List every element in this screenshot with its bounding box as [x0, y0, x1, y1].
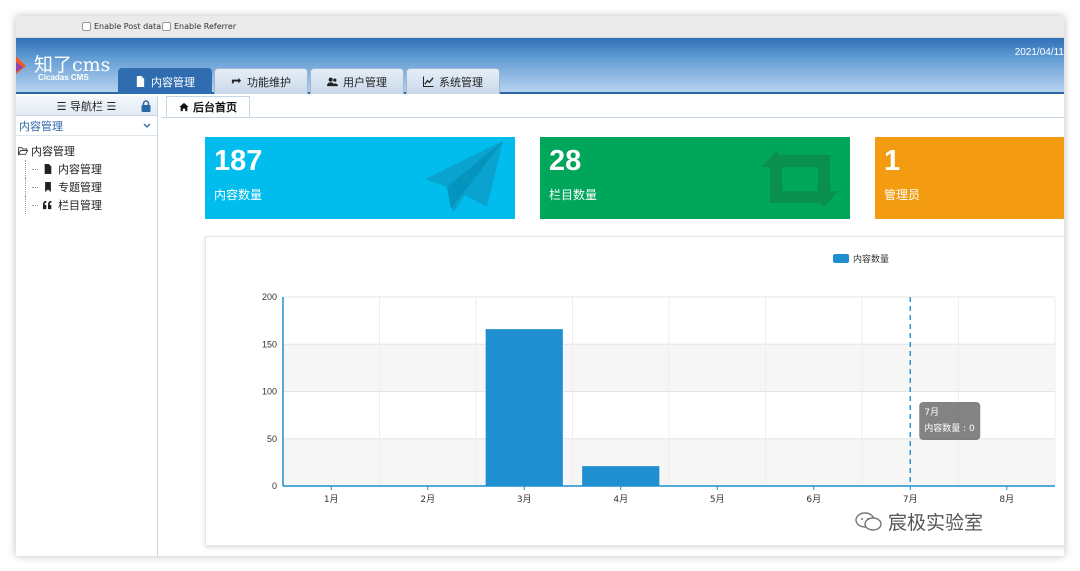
- wechat-watermark: 宸极实验室: [855, 508, 983, 535]
- stat-label: 栏目数量: [549, 188, 598, 202]
- header-date: 2021/04/11: [1014, 47, 1064, 58]
- legend-label: 内容数量: [853, 253, 889, 265]
- retweet-icon: [762, 151, 838, 207]
- stat-label: 管理员: [884, 188, 921, 202]
- lock-icon[interactable]: [140, 100, 152, 112]
- logo-subtitle: Cicadas CMS: [38, 73, 89, 82]
- tab-divider: [162, 117, 1064, 118]
- tree-item-topic-management[interactable]: 专题管理: [25, 178, 155, 196]
- enable-post-data-checkbox[interactable]: Enable Post data: [82, 22, 161, 31]
- tooltip-title: 7月: [924, 407, 939, 418]
- watermark-text: 宸极实验室: [888, 512, 984, 534]
- x-tick-label: 3月: [517, 494, 532, 505]
- stat-value: 187: [214, 145, 263, 177]
- tab-label: 后台首页: [193, 101, 237, 114]
- sidebar: ☰ 导航栏 ☰ 内容管理 内容管理 内容管理 专题管理 栏目管理: [16, 96, 158, 556]
- tree-root-content-management[interactable]: 内容管理: [18, 142, 155, 160]
- users-icon: [327, 77, 338, 87]
- tree-item-column-management[interactable]: 栏目管理: [25, 196, 155, 214]
- tree-item-label: 栏目管理: [58, 199, 102, 212]
- legend-swatch: [833, 254, 849, 263]
- x-tick-label: 6月: [806, 494, 821, 505]
- x-tick-label: 7月: [903, 494, 918, 505]
- tree-item-label: 内容管理: [58, 163, 102, 176]
- tab-function-maintenance[interactable]: 功能维护: [214, 68, 308, 94]
- stat-value: 1: [884, 145, 901, 177]
- tree-root-label: 内容管理: [31, 145, 75, 158]
- tab-label: 功能维护: [247, 75, 291, 89]
- stat-card-admin-count: 1 管理员: [875, 137, 1064, 219]
- logo-mark-icon: [16, 56, 26, 74]
- folder-open-icon: [18, 147, 28, 156]
- tree-connector: [32, 168, 38, 170]
- main-content: 后台首页 187 内容数量 28 栏目数量 1 管理员 0 50 100 150 200…: [162, 96, 1064, 556]
- tab-label: 用户管理: [343, 75, 387, 89]
- tooltip-text: 内容数量 : 0: [924, 422, 975, 434]
- browser-option-bar: Enable Post data Enable Referrer: [16, 16, 1064, 38]
- nav-tree: 内容管理 内容管理 专题管理 栏目管理: [16, 136, 157, 220]
- bar-chart: 0501001502001月 2月 3月 4月 5月 6月 7月 8月内容数量7月内容数量 :…: [262, 253, 1056, 505]
- bookmark-icon: [45, 182, 51, 192]
- sidebar-header: ☰ 导航栏 ☰: [16, 96, 157, 116]
- tree-connector: [32, 186, 38, 188]
- x-tick-label: 8月: [999, 494, 1014, 505]
- tree-item-content-management[interactable]: 内容管理: [25, 160, 155, 178]
- x-tick-label: 2月: [420, 494, 435, 505]
- tab-label: 系统管理: [439, 75, 483, 89]
- chevron-down-icon: [143, 123, 151, 128]
- tab-dashboard-home[interactable]: 后台首页: [166, 96, 250, 118]
- quote-icon: [43, 200, 52, 210]
- y-tick-label: 100: [262, 387, 277, 397]
- module-select-value: 内容管理: [19, 119, 63, 133]
- wechat-icon: [855, 511, 882, 531]
- stat-card-content-count: 187 内容数量: [205, 137, 515, 219]
- paper-plane-icon: [425, 141, 503, 213]
- main-tabs: 内容管理 功能维护 用户管理 系统管理: [118, 68, 500, 94]
- stat-card-column-count: 28 栏目数量: [540, 137, 850, 219]
- sidebar-module-select[interactable]: 内容管理: [16, 116, 157, 136]
- file-icon: [44, 164, 52, 174]
- content-count-chart: 0 50 100 150 200 1月 2月 3月 4月 5月 6月 7月 8月 内容数量 7月 内容数量 :…: [205, 236, 1064, 546]
- line-chart-icon: [423, 76, 434, 87]
- checkbox-box[interactable]: [82, 22, 91, 31]
- y-tick-label: 0: [272, 481, 277, 491]
- app-window: Enable Post data Enable Referrer 知了cms C…: [16, 16, 1064, 556]
- x-tick-label: 4月: [613, 494, 628, 505]
- tab-label: 内容管理: [151, 75, 195, 89]
- x-tick-label: 5月: [710, 494, 725, 505]
- retweet-icon: [231, 77, 242, 84]
- x-tick-label: 1月: [324, 494, 339, 505]
- tree-item-label: 专题管理: [58, 181, 102, 194]
- bar: [485, 329, 563, 486]
- stat-value: 28: [549, 145, 582, 177]
- y-tick-label: 50: [267, 434, 277, 444]
- file-icon: [136, 76, 145, 87]
- stat-label: 内容数量: [214, 188, 263, 202]
- tab-system-management[interactable]: 系统管理: [406, 68, 500, 94]
- checkbox-label: Enable Referrer: [174, 22, 237, 31]
- app-header: 知了cms Cicadas CMS 2021/04/11 内容管理 功能维护 用…: [16, 38, 1064, 94]
- tab-content-management[interactable]: 内容管理: [118, 68, 212, 94]
- sidebar-title: ☰ 导航栏 ☰: [56, 99, 117, 113]
- tab-user-management[interactable]: 用户管理: [310, 68, 404, 94]
- y-tick-label: 150: [262, 339, 277, 349]
- home-icon: [179, 102, 189, 112]
- checkbox-label: Enable Post data: [94, 22, 162, 31]
- checkbox-box[interactable]: [162, 22, 171, 31]
- enable-referrer-checkbox[interactable]: Enable Referrer: [162, 22, 236, 31]
- y-tick-label: 200: [262, 292, 277, 302]
- tree-connector: [32, 204, 38, 206]
- bar: [582, 466, 660, 486]
